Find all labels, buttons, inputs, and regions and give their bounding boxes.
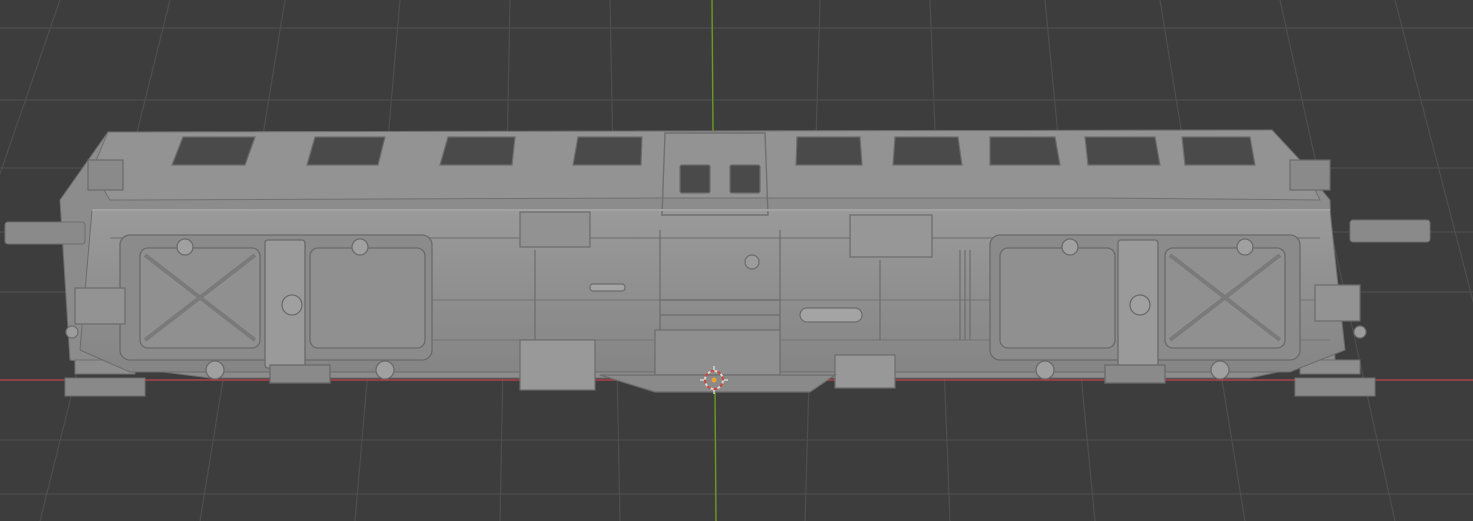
- viewport-scene[interactable]: [0, 0, 1473, 521]
- carriage-model[interactable]: [4, 129, 1431, 397]
- 3d-viewport[interactable]: [0, 0, 1473, 521]
